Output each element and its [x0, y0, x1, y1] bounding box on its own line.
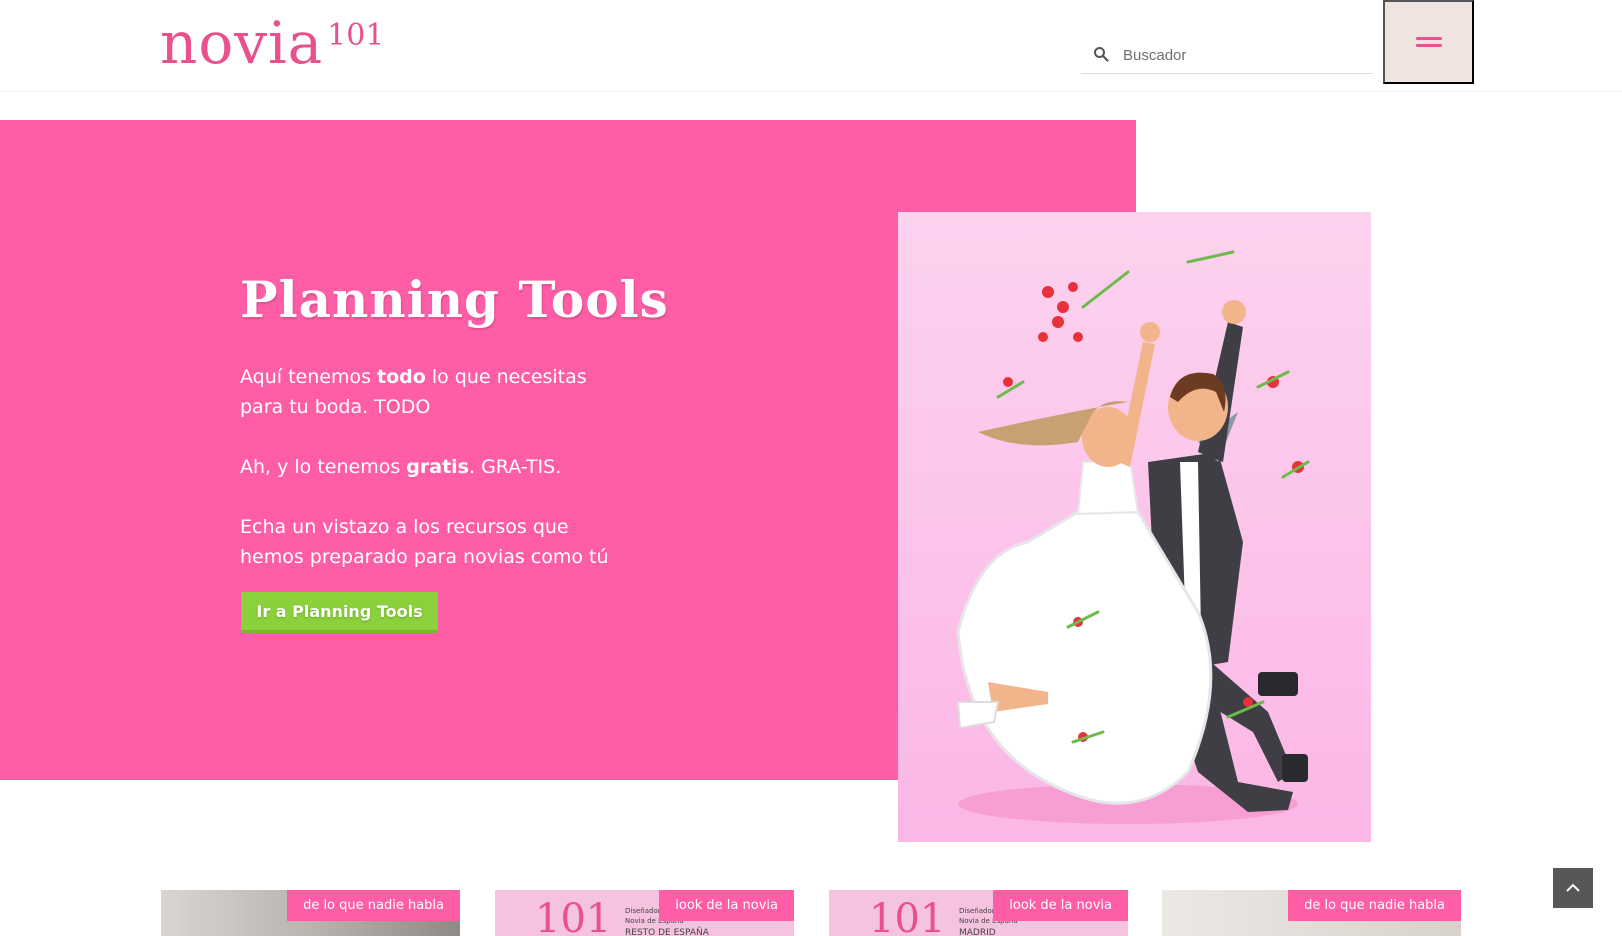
menu-button[interactable] [1383, 0, 1474, 84]
thumb-number: 101 [535, 896, 612, 936]
site-logo[interactable]: novia 101 [160, 8, 384, 78]
thumb-number: 101 [869, 896, 946, 936]
hero-paragraph-1: Aquí tenemos todo lo que necesitas para … [240, 362, 620, 422]
category-tag[interactable]: de lo que nadie habla [287, 890, 460, 921]
category-tag[interactable]: look de la novia [993, 890, 1128, 921]
p2-text: Ah, y lo tenemos [240, 456, 407, 478]
site-header: novia 101 [0, 0, 1622, 92]
wedding-couple-illustration [898, 212, 1371, 842]
hamburger-menu-icon [1415, 37, 1442, 47]
article-card[interactable]: 101 Diseñadores Novia de España MADRID lo… [829, 890, 1128, 936]
article-card[interactable]: de lo que nadie habla [161, 890, 460, 936]
thumb-subtitle: MADRID [959, 928, 996, 936]
chevron-up-icon [1566, 883, 1580, 892]
article-card[interactable]: 101 Diseñadores Novia de España RESTO DE … [495, 890, 794, 936]
search-icon[interactable] [1093, 46, 1113, 66]
search-input[interactable] [1123, 47, 1363, 64]
back-to-top-button[interactable] [1553, 868, 1593, 908]
thumb-subtitle: RESTO DE ESPAÑA [625, 928, 709, 936]
category-tag[interactable]: de lo que nadie habla [1288, 890, 1461, 921]
p1-bold: todo [377, 366, 426, 388]
p1-text: Aquí tenemos [240, 366, 378, 388]
hero-paragraph-2: Ah, y lo tenemos gratis. GRA-TIS. [240, 452, 620, 482]
category-tag[interactable]: look de la novia [659, 890, 794, 921]
search-bar [1081, 38, 1373, 74]
p2-text-end: . GRA-TIS. [469, 456, 562, 478]
logo-text: novia [160, 9, 324, 77]
p2-bold: gratis [406, 456, 469, 478]
article-card[interactable]: de lo que nadie habla [1162, 890, 1461, 936]
logo-suffix: 101 [327, 18, 385, 53]
hero-paragraph-3: Echa un vistazo a los recursos que hemos… [240, 516, 609, 568]
hero-title: Planning Tools [240, 270, 669, 329]
planning-tools-button[interactable]: Ir a Planning Tools [241, 592, 438, 633]
